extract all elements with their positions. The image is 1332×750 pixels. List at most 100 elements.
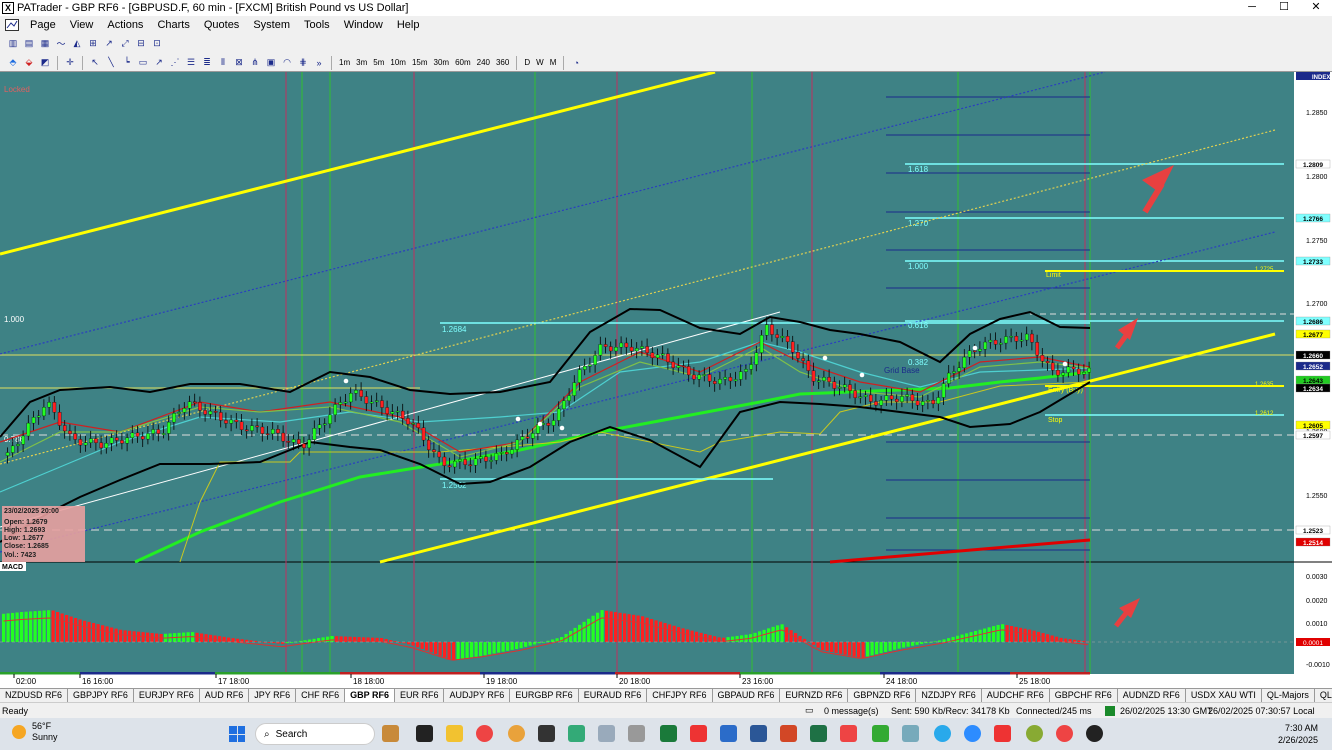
app-icon-w[interactable] <box>1026 725 1043 742</box>
fib-extension-icon[interactable]: ≣ <box>200 56 214 70</box>
timeframe-m[interactable]: M <box>548 58 559 67</box>
app-icon-blue[interactable] <box>720 725 737 742</box>
powerpoint-icon[interactable] <box>780 725 797 742</box>
timeframe-d[interactable]: D <box>522 58 532 67</box>
telegram-icon[interactable] <box>934 725 951 742</box>
app-icon-gray[interactable] <box>628 725 645 742</box>
timeframe-60m[interactable]: 60m <box>453 58 473 67</box>
chrome-icon[interactable] <box>476 725 493 742</box>
timeframe-10m[interactable]: 10m <box>388 58 408 67</box>
tab-nzdusd-rf6[interactable]: NZDUSD RF6 <box>0 689 69 702</box>
tab-audchf-rf6[interactable]: AUDCHF RF6 <box>982 689 1050 702</box>
tab-eurjpy-rf6[interactable]: EURJPY RF6 <box>134 689 200 702</box>
menu-window[interactable]: Window <box>337 19 390 31</box>
taskbar-search[interactable]: ⌕ Search <box>255 723 375 745</box>
indicator-icon[interactable]: ↗ <box>102 37 116 51</box>
candle-chart-icon[interactable]: ▤ <box>22 37 36 51</box>
grid-icon[interactable]: ⊡ <box>150 37 164 51</box>
text-icon[interactable]: ⋕ <box>296 56 310 70</box>
tab-ql-exotics[interactable]: QL-Exotics <box>1315 689 1332 702</box>
chart-area[interactable]: 1.618 1.270 1.000 0.618 0.382 1.2684 1.2… <box>0 70 1332 688</box>
menu-view[interactable]: View <box>63 19 101 31</box>
close-button[interactable]: ✕ <box>1300 0 1332 16</box>
clock-icon[interactable]: ◔ <box>569 56 583 70</box>
page-menu-icon[interactable] <box>5 18 19 31</box>
file-explorer-icon[interactable] <box>446 725 463 742</box>
patrader-icon[interactable] <box>568 725 585 742</box>
app-icon-briefcase[interactable] <box>382 725 399 742</box>
tab-chfjpy-rf6[interactable]: CHFJPY RF6 <box>647 689 713 702</box>
app-icon-orange[interactable] <box>508 725 525 742</box>
app-icon-red[interactable] <box>690 725 707 742</box>
timeframe-w[interactable]: W <box>534 58 546 67</box>
trendline-icon[interactable]: ╲ <box>104 56 118 70</box>
buy-icon[interactable]: ⬘ <box>6 56 20 70</box>
excel-icon[interactable] <box>810 725 827 742</box>
tab-eurnzd-rf6[interactable]: EURNZD RF6 <box>780 689 849 702</box>
app-icon-screen[interactable] <box>902 725 919 742</box>
template-icon[interactable]: ⊟ <box>134 37 148 51</box>
tab-ql-majors[interactable]: QL-Majors <box>1262 689 1315 702</box>
minimize-button[interactable]: ─ <box>1236 0 1268 16</box>
timeframe-3m[interactable]: 3m <box>354 58 369 67</box>
chrome-icon-2[interactable] <box>1056 725 1073 742</box>
tab-gbpjpy-rf6[interactable]: GBPJPY RF6 <box>68 689 134 702</box>
tab-gbp-rf6[interactable]: GBP RF6 <box>345 689 395 702</box>
menu-page[interactable]: Page <box>23 19 63 31</box>
app-icon-v[interactable] <box>660 725 677 742</box>
tab-jpy-rf6[interactable]: JPY RF6 <box>249 689 297 702</box>
order-icon[interactable]: ◩ <box>38 56 52 70</box>
fib-time-icon[interactable]: ⦀ <box>216 56 230 70</box>
pitchfork-icon[interactable]: ⋔ <box>248 56 262 70</box>
channel-icon[interactable]: ▭ <box>136 56 150 70</box>
ray-icon[interactable]: ↗ <box>152 56 166 70</box>
word-icon[interactable] <box>750 725 767 742</box>
tab-gbpaud-rf6[interactable]: GBPAUD RF6 <box>713 689 781 702</box>
timeframe-30m[interactable]: 30m <box>432 58 452 67</box>
ohlc-chart-icon[interactable]: ▦ <box>38 37 52 51</box>
tab-eurgbp-rf6[interactable]: EURGBP RF6 <box>510 689 579 702</box>
menu-tools[interactable]: Tools <box>297 19 337 31</box>
fan-icon[interactable]: ⋰ <box>168 56 182 70</box>
hline-icon[interactable]: ┕ <box>120 56 134 70</box>
timeframe-360[interactable]: 360 <box>494 58 511 67</box>
weather-widget[interactable]: 56°F Sunny <box>12 721 58 743</box>
timeframe-240[interactable]: 240 <box>475 58 492 67</box>
price-chart[interactable]: 1.618 1.270 1.000 0.618 0.382 1.2684 1.2… <box>0 70 1332 688</box>
app-icon-ic[interactable] <box>538 725 555 742</box>
menu-help[interactable]: Help <box>390 19 427 31</box>
menu-quotes[interactable]: Quotes <box>197 19 246 31</box>
tab-chf-rf6[interactable]: CHF RF6 <box>296 689 346 702</box>
menu-charts[interactable]: Charts <box>150 19 196 31</box>
arc-icon[interactable]: ◠ <box>280 56 294 70</box>
windows-start-icon[interactable] <box>229 726 245 742</box>
menu-actions[interactable]: Actions <box>100 19 150 31</box>
zoom-icon[interactable] <box>964 725 981 742</box>
rect-icon[interactable]: ▣ <box>264 56 278 70</box>
tab-usdx-xau-wti[interactable]: USDX XAU WTI <box>1186 689 1262 702</box>
crosshair-icon[interactable]: ✛ <box>63 56 77 70</box>
maximize-button[interactable]: ☐ <box>1268 0 1300 16</box>
app-icon-red2[interactable] <box>994 725 1011 742</box>
app-icon-terminal[interactable] <box>416 725 433 742</box>
study-icon[interactable]: ⤢ <box>118 37 132 51</box>
tab-audnzd-rf6[interactable]: AUDNZD RF6 <box>1118 689 1186 702</box>
app-icon-green[interactable] <box>872 725 889 742</box>
media-icon[interactable] <box>1086 725 1103 742</box>
area-chart-icon[interactable]: ◭ <box>70 37 84 51</box>
app-icon-c[interactable] <box>840 725 857 742</box>
pointer-icon[interactable]: ↖ <box>88 56 102 70</box>
tab-aud-rf6[interactable]: AUD RF6 <box>200 689 250 702</box>
calculator-icon[interactable] <box>598 725 615 742</box>
tab-euraud-rf6[interactable]: EURAUD RF6 <box>579 689 648 702</box>
more-tools-icon[interactable]: » <box>312 56 326 70</box>
tab-audjpy-rf6[interactable]: AUDJPY RF6 <box>444 689 511 702</box>
timeframe-15m[interactable]: 15m <box>410 58 430 67</box>
timeframe-1m[interactable]: 1m <box>337 58 352 67</box>
tab-eur-rf6[interactable]: EUR RF6 <box>395 689 445 702</box>
fib-retracement-icon[interactable]: ☰ <box>184 56 198 70</box>
sell-icon[interactable]: ⬙ <box>22 56 36 70</box>
tab-gbpchf-rf6[interactable]: GBPCHF RF6 <box>1050 689 1118 702</box>
menu-system[interactable]: System <box>246 19 297 31</box>
gann-icon[interactable]: ⊠ <box>232 56 246 70</box>
